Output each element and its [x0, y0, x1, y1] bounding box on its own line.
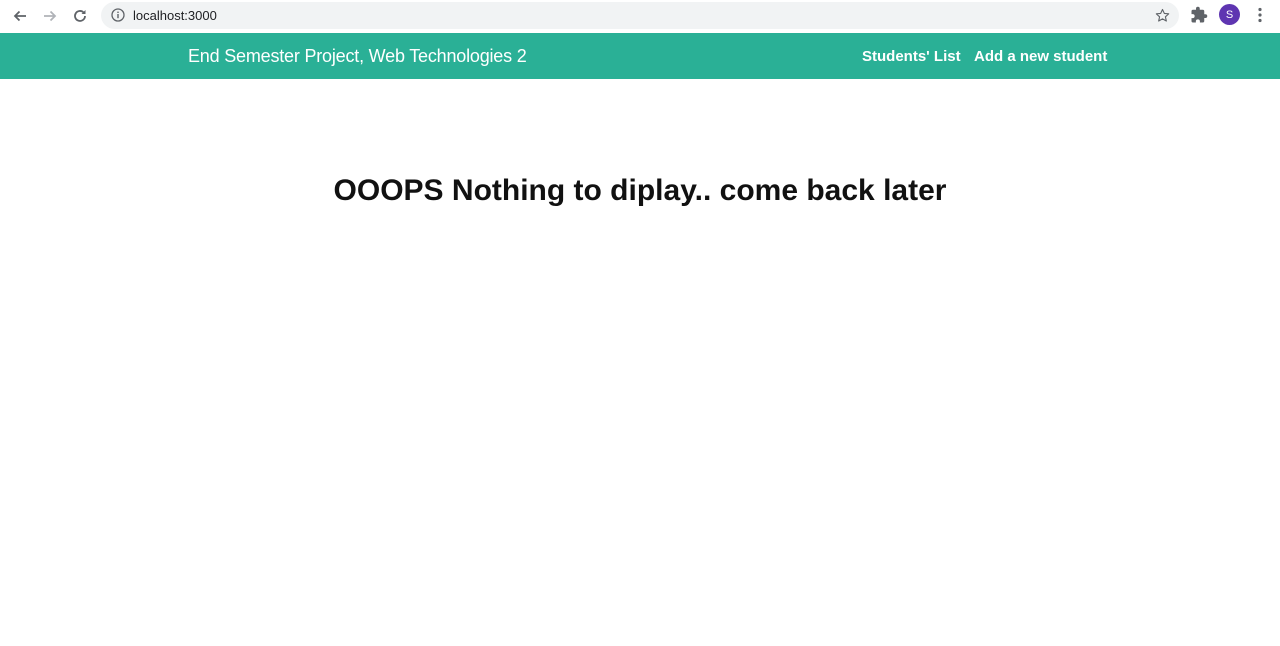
url-text[interactable]: localhost:3000 — [133, 8, 217, 23]
info-icon[interactable] — [111, 8, 125, 22]
back-button[interactable] — [8, 4, 32, 28]
brand-link[interactable]: End Semester Project, Web Technologies 2 — [188, 46, 527, 67]
address-bar[interactable]: localhost:3000 — [101, 2, 1179, 29]
arrow-left-icon — [13, 10, 26, 22]
arrow-right-icon — [44, 10, 57, 22]
reload-button[interactable] — [68, 4, 92, 28]
star-icon[interactable] — [1154, 7, 1171, 24]
reload-icon — [74, 10, 86, 22]
nav-link-add-student[interactable]: Add a new student — [974, 48, 1107, 65]
puzzle-icon[interactable] — [1190, 6, 1208, 24]
nav-link-students-list[interactable]: Students' List — [862, 48, 961, 65]
browser-toolbar: localhost:3000 S — [0, 0, 1280, 32]
profile-avatar[interactable]: S — [1219, 4, 1240, 25]
more-vert-icon[interactable] — [1251, 6, 1269, 24]
empty-state-message: OOOPS Nothing to diplay.. come back late… — [333, 174, 947, 207]
app-navbar: End Semester Project, Web Technologies 2… — [0, 33, 1280, 79]
forward-button[interactable] — [38, 4, 62, 28]
